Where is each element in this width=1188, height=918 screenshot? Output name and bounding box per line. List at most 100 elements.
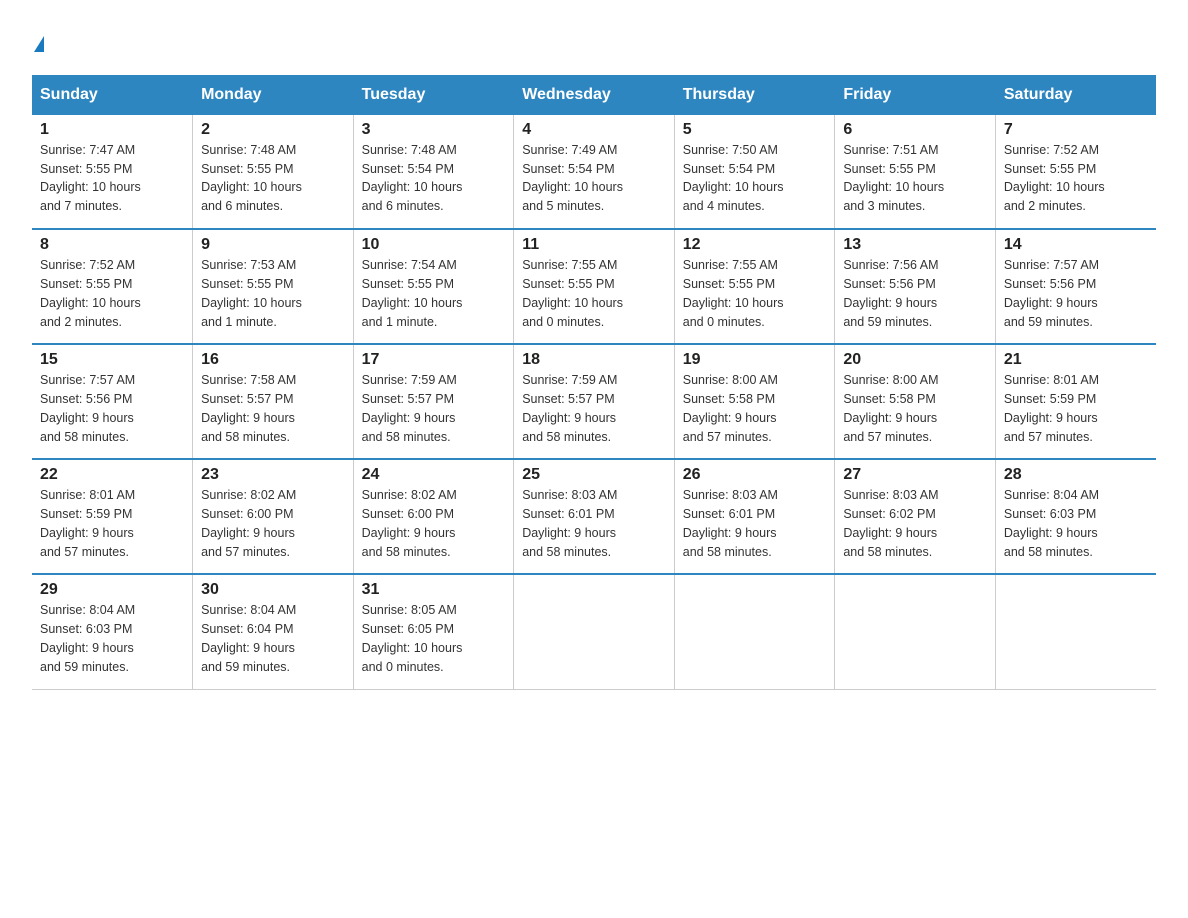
calendar-cell: 7 Sunrise: 7:52 AMSunset: 5:55 PMDayligh… — [995, 114, 1156, 229]
calendar-cell: 2 Sunrise: 7:48 AMSunset: 5:55 PMDayligh… — [193, 114, 354, 229]
calendar-cell: 27 Sunrise: 8:03 AMSunset: 6:02 PMDaylig… — [835, 459, 996, 574]
day-number: 3 — [362, 121, 506, 139]
calendar-cell — [514, 574, 675, 689]
calendar-cell: 9 Sunrise: 7:53 AMSunset: 5:55 PMDayligh… — [193, 229, 354, 344]
calendar-cell: 22 Sunrise: 8:01 AMSunset: 5:59 PMDaylig… — [32, 459, 193, 574]
day-info: Sunrise: 8:02 AMSunset: 6:00 PMDaylight:… — [362, 488, 457, 558]
logo-triangle-icon — [34, 36, 44, 52]
day-number: 1 — [40, 121, 184, 139]
calendar-table: SundayMondayTuesdayWednesdayThursdayFrid… — [32, 75, 1156, 690]
calendar-cell: 1 Sunrise: 7:47 AMSunset: 5:55 PMDayligh… — [32, 114, 193, 229]
day-number: 22 — [40, 466, 184, 484]
day-number: 6 — [843, 121, 987, 139]
day-info: Sunrise: 8:04 AMSunset: 6:03 PMDaylight:… — [1004, 488, 1099, 558]
calendar-cell: 29 Sunrise: 8:04 AMSunset: 6:03 PMDaylig… — [32, 574, 193, 689]
column-header-sunday: Sunday — [32, 75, 193, 114]
day-number: 13 — [843, 236, 987, 254]
day-number: 12 — [683, 236, 827, 254]
day-number: 8 — [40, 236, 184, 254]
logo-top-line — [32, 24, 44, 55]
day-number: 31 — [362, 581, 506, 599]
day-number: 10 — [362, 236, 506, 254]
day-number: 14 — [1004, 236, 1148, 254]
calendar-week-row-1: 1 Sunrise: 7:47 AMSunset: 5:55 PMDayligh… — [32, 114, 1156, 229]
day-info: Sunrise: 7:57 AMSunset: 5:56 PMDaylight:… — [1004, 258, 1099, 328]
column-header-saturday: Saturday — [995, 75, 1156, 114]
day-info: Sunrise: 7:49 AMSunset: 5:54 PMDaylight:… — [522, 143, 623, 213]
day-info: Sunrise: 8:00 AMSunset: 5:58 PMDaylight:… — [683, 373, 778, 443]
day-info: Sunrise: 8:03 AMSunset: 6:02 PMDaylight:… — [843, 488, 938, 558]
calendar-cell: 8 Sunrise: 7:52 AMSunset: 5:55 PMDayligh… — [32, 229, 193, 344]
calendar-cell: 5 Sunrise: 7:50 AMSunset: 5:54 PMDayligh… — [674, 114, 835, 229]
calendar-week-row-4: 22 Sunrise: 8:01 AMSunset: 5:59 PMDaylig… — [32, 459, 1156, 574]
column-header-monday: Monday — [193, 75, 354, 114]
day-info: Sunrise: 7:48 AMSunset: 5:54 PMDaylight:… — [362, 143, 463, 213]
calendar-cell: 30 Sunrise: 8:04 AMSunset: 6:04 PMDaylig… — [193, 574, 354, 689]
calendar-cell: 19 Sunrise: 8:00 AMSunset: 5:58 PMDaylig… — [674, 344, 835, 459]
logo — [32, 24, 44, 55]
day-number: 26 — [683, 466, 827, 484]
day-info: Sunrise: 7:57 AMSunset: 5:56 PMDaylight:… — [40, 373, 135, 443]
day-number: 30 — [201, 581, 345, 599]
day-info: Sunrise: 7:56 AMSunset: 5:56 PMDaylight:… — [843, 258, 938, 328]
day-info: Sunrise: 8:03 AMSunset: 6:01 PMDaylight:… — [683, 488, 778, 558]
day-info: Sunrise: 7:58 AMSunset: 5:57 PMDaylight:… — [201, 373, 296, 443]
day-info: Sunrise: 8:03 AMSunset: 6:01 PMDaylight:… — [522, 488, 617, 558]
calendar-week-row-5: 29 Sunrise: 8:04 AMSunset: 6:03 PMDaylig… — [32, 574, 1156, 689]
calendar-cell: 25 Sunrise: 8:03 AMSunset: 6:01 PMDaylig… — [514, 459, 675, 574]
day-info: Sunrise: 8:05 AMSunset: 6:05 PMDaylight:… — [362, 603, 463, 673]
calendar-cell: 4 Sunrise: 7:49 AMSunset: 5:54 PMDayligh… — [514, 114, 675, 229]
calendar-cell: 12 Sunrise: 7:55 AMSunset: 5:55 PMDaylig… — [674, 229, 835, 344]
day-number: 23 — [201, 466, 345, 484]
day-number: 28 — [1004, 466, 1148, 484]
calendar-cell: 26 Sunrise: 8:03 AMSunset: 6:01 PMDaylig… — [674, 459, 835, 574]
column-header-thursday: Thursday — [674, 75, 835, 114]
calendar-cell: 15 Sunrise: 7:57 AMSunset: 5:56 PMDaylig… — [32, 344, 193, 459]
day-number: 20 — [843, 351, 987, 369]
day-number: 5 — [683, 121, 827, 139]
day-number: 4 — [522, 121, 666, 139]
calendar-cell: 11 Sunrise: 7:55 AMSunset: 5:55 PMDaylig… — [514, 229, 675, 344]
day-number: 2 — [201, 121, 345, 139]
day-number: 18 — [522, 351, 666, 369]
calendar-cell: 16 Sunrise: 7:58 AMSunset: 5:57 PMDaylig… — [193, 344, 354, 459]
day-info: Sunrise: 7:59 AMSunset: 5:57 PMDaylight:… — [522, 373, 617, 443]
calendar-cell: 18 Sunrise: 7:59 AMSunset: 5:57 PMDaylig… — [514, 344, 675, 459]
day-info: Sunrise: 8:01 AMSunset: 5:59 PMDaylight:… — [1004, 373, 1099, 443]
day-number: 7 — [1004, 121, 1148, 139]
day-info: Sunrise: 7:55 AMSunset: 5:55 PMDaylight:… — [522, 258, 623, 328]
calendar-cell — [995, 574, 1156, 689]
day-info: Sunrise: 7:59 AMSunset: 5:57 PMDaylight:… — [362, 373, 457, 443]
day-info: Sunrise: 7:47 AMSunset: 5:55 PMDaylight:… — [40, 143, 141, 213]
day-number: 15 — [40, 351, 184, 369]
calendar-cell: 13 Sunrise: 7:56 AMSunset: 5:56 PMDaylig… — [835, 229, 996, 344]
page-header — [32, 24, 1156, 55]
column-header-wednesday: Wednesday — [514, 75, 675, 114]
day-number: 29 — [40, 581, 184, 599]
day-info: Sunrise: 7:48 AMSunset: 5:55 PMDaylight:… — [201, 143, 302, 213]
day-info: Sunrise: 7:52 AMSunset: 5:55 PMDaylight:… — [1004, 143, 1105, 213]
calendar-cell: 17 Sunrise: 7:59 AMSunset: 5:57 PMDaylig… — [353, 344, 514, 459]
calendar-week-row-2: 8 Sunrise: 7:52 AMSunset: 5:55 PMDayligh… — [32, 229, 1156, 344]
calendar-cell: 14 Sunrise: 7:57 AMSunset: 5:56 PMDaylig… — [995, 229, 1156, 344]
day-info: Sunrise: 7:55 AMSunset: 5:55 PMDaylight:… — [683, 258, 784, 328]
calendar-cell — [674, 574, 835, 689]
calendar-cell: 20 Sunrise: 8:00 AMSunset: 5:58 PMDaylig… — [835, 344, 996, 459]
day-number: 21 — [1004, 351, 1148, 369]
calendar-cell: 24 Sunrise: 8:02 AMSunset: 6:00 PMDaylig… — [353, 459, 514, 574]
day-number: 24 — [362, 466, 506, 484]
day-info: Sunrise: 7:52 AMSunset: 5:55 PMDaylight:… — [40, 258, 141, 328]
calendar-week-row-3: 15 Sunrise: 7:57 AMSunset: 5:56 PMDaylig… — [32, 344, 1156, 459]
day-info: Sunrise: 7:51 AMSunset: 5:55 PMDaylight:… — [843, 143, 944, 213]
calendar-cell: 21 Sunrise: 8:01 AMSunset: 5:59 PMDaylig… — [995, 344, 1156, 459]
day-number: 9 — [201, 236, 345, 254]
day-info: Sunrise: 8:00 AMSunset: 5:58 PMDaylight:… — [843, 373, 938, 443]
column-header-friday: Friday — [835, 75, 996, 114]
day-info: Sunrise: 7:50 AMSunset: 5:54 PMDaylight:… — [683, 143, 784, 213]
day-info: Sunrise: 8:01 AMSunset: 5:59 PMDaylight:… — [40, 488, 135, 558]
day-info: Sunrise: 7:53 AMSunset: 5:55 PMDaylight:… — [201, 258, 302, 328]
calendar-cell: 3 Sunrise: 7:48 AMSunset: 5:54 PMDayligh… — [353, 114, 514, 229]
calendar-cell: 10 Sunrise: 7:54 AMSunset: 5:55 PMDaylig… — [353, 229, 514, 344]
day-number: 27 — [843, 466, 987, 484]
day-info: Sunrise: 8:04 AMSunset: 6:04 PMDaylight:… — [201, 603, 296, 673]
